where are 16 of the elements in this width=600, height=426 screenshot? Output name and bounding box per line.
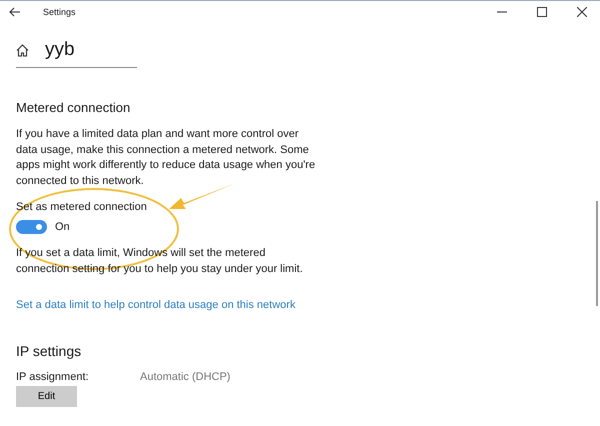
section-heading: IP settings <box>16 343 82 359</box>
home-icon[interactable] <box>16 44 29 56</box>
data-limit-link[interactable]: Set a data limit to help control data usage on this network <box>16 299 296 311</box>
close-icon[interactable] <box>577 7 587 17</box>
edit-button[interactable]: Edit <box>16 386 77 407</box>
section-heading: Metered connection <box>16 100 132 115</box>
toggle-switch[interactable] <box>16 220 47 234</box>
maximize-icon[interactable] <box>537 7 547 17</box>
page-title: yyb <box>45 39 75 61</box>
field-value: Automatic (DHCP) <box>140 371 230 383</box>
toggle-state: On <box>55 221 70 233</box>
window-title: Settings <box>43 7 76 17</box>
description-text: If you have a limited data plan and want more control over data usage, make this connection a metered network. Some apps might work differently to reduce data usage when you're connected to this network. <box>16 127 316 188</box>
back-icon[interactable] <box>9 7 21 17</box>
scrollbar[interactable] <box>596 201 598 306</box>
field-label: IP assignment: <box>16 371 90 383</box>
